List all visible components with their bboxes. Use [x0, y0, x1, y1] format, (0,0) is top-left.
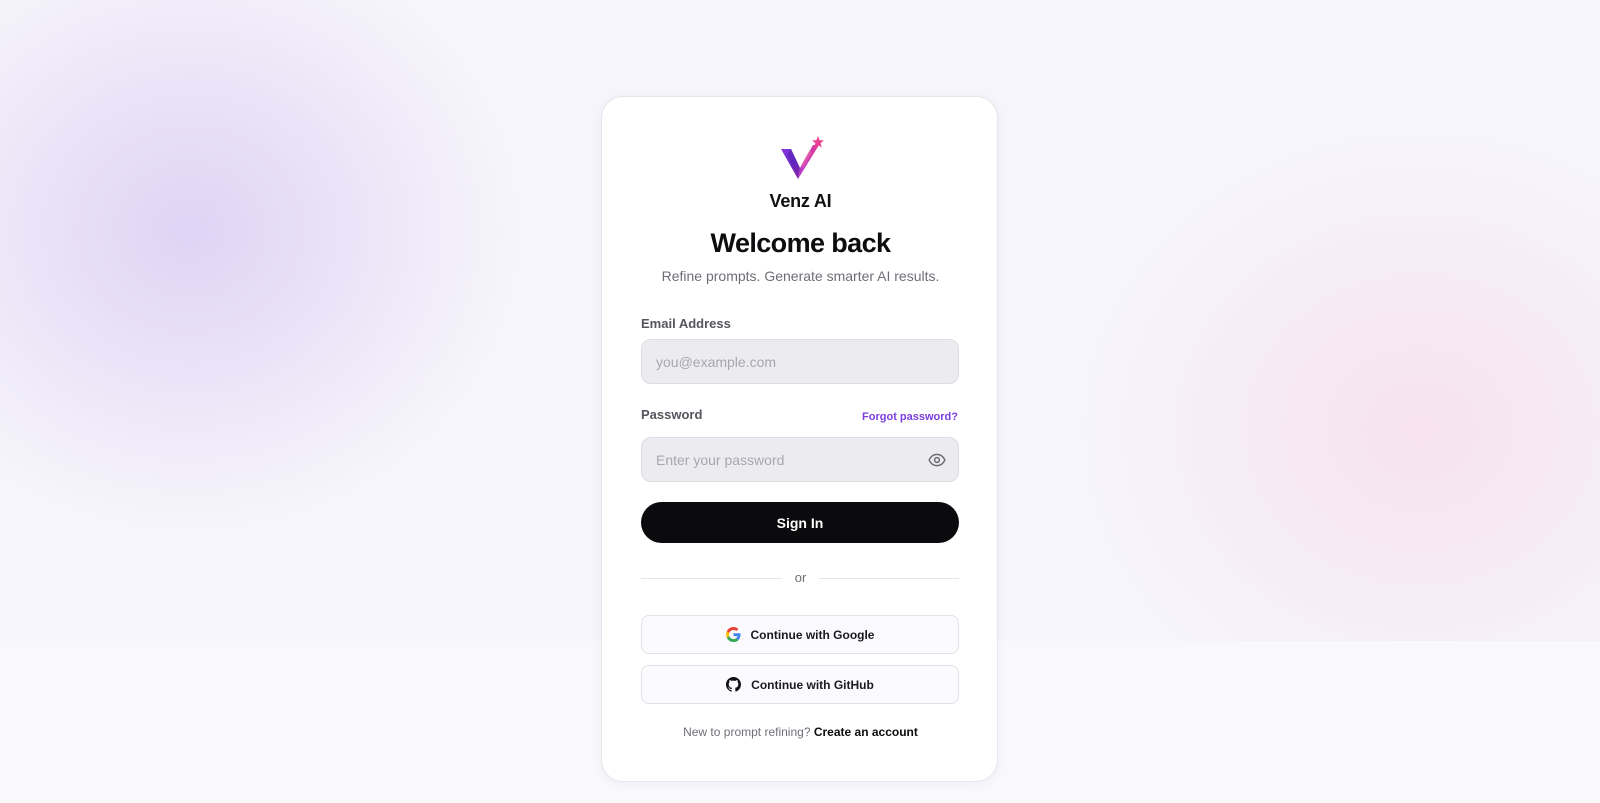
signup-prompt-text: New to prompt refining?	[683, 725, 811, 739]
password-field[interactable]	[641, 437, 959, 482]
sign-in-button[interactable]: Sign In	[641, 502, 959, 543]
password-label: Password	[641, 407, 703, 422]
email-label: Email Address	[641, 316, 731, 331]
signup-prompt: New to prompt refining? Create an accoun…	[602, 725, 999, 739]
continue-with-github-button[interactable]: Continue with GitHub	[641, 665, 959, 704]
divider-line-left	[641, 578, 782, 579]
create-account-link[interactable]: Create an account	[814, 725, 918, 739]
continue-with-google-button[interactable]: Continue with Google	[641, 615, 959, 654]
google-icon	[725, 627, 741, 642]
login-card: Venz AI Welcome back Refine prompts. Gen…	[601, 96, 998, 782]
github-button-label: Continue with GitHub	[751, 677, 874, 692]
venz-logo-icon	[781, 136, 824, 179]
eye-icon[interactable]	[928, 451, 946, 469]
page-title: Welcome back	[710, 228, 891, 258]
email-field[interactable]	[641, 339, 959, 384]
divider-text: or	[794, 570, 807, 585]
login-page: Venz AI Welcome back Refine prompts. Gen…	[0, 0, 1600, 803]
page-subtitle: Refine prompts. Generate smarter AI resu…	[661, 268, 940, 284]
github-icon	[726, 677, 742, 692]
divider-line-right	[819, 578, 959, 579]
forgot-password-link[interactable]: Forgot password?	[862, 411, 958, 423]
google-button-label: Continue with Google	[750, 627, 875, 642]
brand-name: Venz AI	[769, 191, 832, 211]
